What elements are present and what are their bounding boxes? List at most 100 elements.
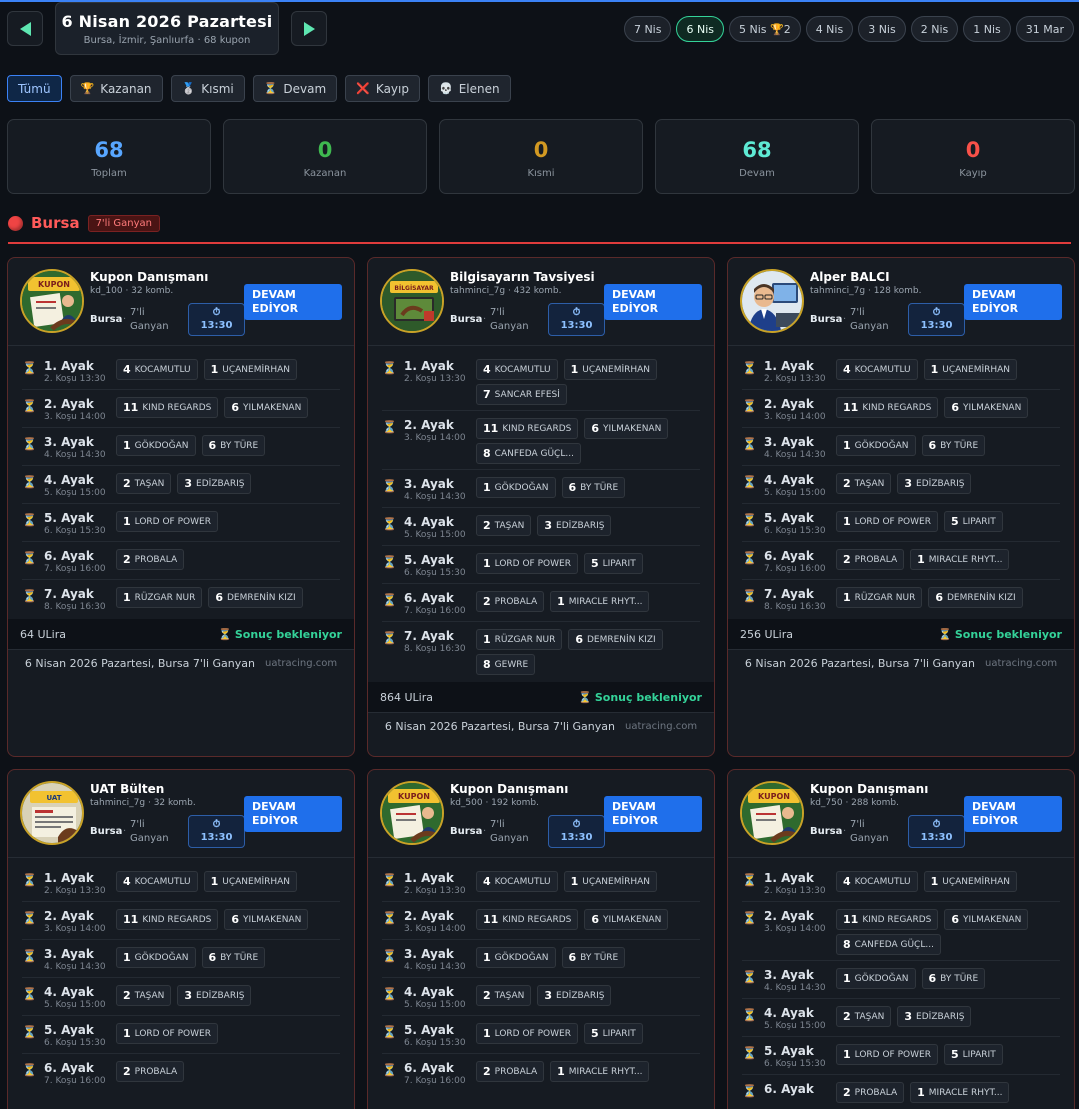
horse-chip[interactable]: 2 PROBALA <box>476 591 545 612</box>
horse-chip[interactable]: 4 KOCAMUTLU <box>836 359 918 380</box>
horse-chip[interactable]: 5 LIPARIT <box>943 511 1003 532</box>
horse-chip[interactable]: 6 YILMAKENAN <box>944 397 1029 418</box>
horse-chip[interactable]: 1 GÖKDOĞAN <box>836 968 916 989</box>
coupon-card[interactable]: BİLGİSAYAR Bilgisayarın Tavsiyesi tahminci… <box>367 257 715 757</box>
horse-chip[interactable]: 4 KOCAMUTLU <box>476 871 558 892</box>
horse-chip[interactable]: 3 EDİZBARIŞ <box>537 515 612 536</box>
date-chip[interactable]: 1 Nis <box>963 16 1011 42</box>
filter-all[interactable]: Tümü <box>7 75 62 102</box>
horse-chip[interactable]: 2 PROBALA <box>476 1061 545 1082</box>
date-chip[interactable]: 5 Nis 🏆2 <box>728 16 801 42</box>
horse-chip[interactable]: 1 LORD OF POWER <box>116 1023 218 1044</box>
horse-chip[interactable]: 1 UÇANEMİRHAN <box>923 871 1018 892</box>
horse-chip[interactable]: 5 LIPARIT <box>583 553 643 574</box>
horse-chip[interactable]: 6 DEMRENİN KIZI <box>208 587 303 608</box>
date-chip[interactable]: 4 Nis <box>805 16 854 42</box>
previous-day-button[interactable] <box>7 11 43 46</box>
horse-chip[interactable]: 1 MIRACLE RHYT... <box>910 1082 1010 1103</box>
horse-chip[interactable]: 1 LORD OF POWER <box>116 511 218 532</box>
horse-chip[interactable]: 1 LORD OF POWER <box>476 1023 578 1044</box>
horse-chip[interactable]: 2 TAŞAN <box>836 1006 892 1027</box>
date-chip[interactable]: 6 Nis <box>676 16 724 42</box>
horse-chip[interactable]: 11 KIND REGARDS <box>836 909 939 930</box>
horse-chip[interactable]: 4 KOCAMUTLU <box>116 359 198 380</box>
status-button[interactable]: DEVAM EDİYOR <box>604 796 702 832</box>
horse-chip[interactable]: 3 EDİZBARIŞ <box>897 473 972 494</box>
status-button[interactable]: DEVAM EDİYOR <box>964 284 1062 320</box>
horse-chip[interactable]: 6 YILMAKENAN <box>224 909 309 930</box>
horse-chip[interactable]: 6 YILMAKENAN <box>584 418 669 439</box>
horse-chip[interactable]: 11 KIND REGARDS <box>476 418 579 439</box>
horse-chip[interactable]: 2 PROBALA <box>836 549 905 570</box>
date-chip[interactable]: 31 Mar <box>1015 16 1074 42</box>
coupon-card[interactable]: KUPON Kupon Danışmanı kd_100 · 32 komb. Bur… <box>7 257 355 757</box>
filter-option[interactable]: ⏳ Devam <box>252 75 338 102</box>
horse-chip[interactable]: 5 LIPARIT <box>583 1023 643 1044</box>
horse-chip[interactable]: 6 YILMAKENAN <box>584 909 669 930</box>
horse-chip[interactable]: 1 UÇANEMİRHAN <box>203 359 298 380</box>
horse-chip[interactable]: 11 KIND REGARDS <box>116 909 219 930</box>
horse-chip[interactable]: 1 RÜZGAR NUR <box>476 629 563 650</box>
horse-chip[interactable]: 1 UÇANEMİRHAN <box>563 359 658 380</box>
coupon-card[interactable]: KUPON Kupon Danışmanı kd_750 · 288 komb. Bu… <box>727 769 1075 1109</box>
horse-chip[interactable]: 11 KIND REGARDS <box>836 397 939 418</box>
filter-option[interactable]: 🏆 Kazanan <box>69 75 163 102</box>
coupon-card[interactable]: KUPON Kupon Danışmanı kd_500 · 192 komb. Bu… <box>367 769 715 1109</box>
horse-chip[interactable]: 6 BY TÜRE <box>921 968 986 989</box>
horse-chip[interactable]: 6 BY TÜRE <box>921 435 986 456</box>
coupon-card[interactable]: UAT UAT Bülten tahminci_7g · 32 komb. Bursa… <box>7 769 355 1109</box>
horse-chip[interactable]: 1 GÖKDOĞAN <box>476 947 556 968</box>
status-button[interactable]: DEVAM EDİYOR <box>964 796 1062 832</box>
filter-option[interactable]: 💀 Elenen <box>427 75 511 102</box>
horse-chip[interactable]: 5 LIPARIT <box>943 1044 1003 1065</box>
horse-chip[interactable]: 2 PROBALA <box>836 1082 905 1103</box>
horse-chip[interactable]: 6 BY TÜRE <box>561 947 626 968</box>
horse-chip[interactable]: 8 GEWRE <box>476 654 536 675</box>
status-button[interactable]: DEVAM EDİYOR <box>244 284 342 320</box>
horse-chip[interactable]: 4 KOCAMUTLU <box>116 871 198 892</box>
horse-chip[interactable]: 3 EDİZBARIŞ <box>537 985 612 1006</box>
horse-chip[interactable]: 6 YILMAKENAN <box>944 909 1029 930</box>
horse-chip[interactable]: 3 EDİZBARIŞ <box>897 1006 972 1027</box>
horse-chip[interactable]: 4 KOCAMUTLU <box>836 871 918 892</box>
status-button[interactable]: DEVAM EDİYOR <box>244 796 342 832</box>
horse-chip[interactable]: 2 TAŞAN <box>476 985 532 1006</box>
horse-chip[interactable]: 1 GÖKDOĞAN <box>116 947 196 968</box>
horse-chip[interactable]: 2 TAŞAN <box>836 473 892 494</box>
horse-chip[interactable]: 11 KIND REGARDS <box>476 909 579 930</box>
horse-chip[interactable]: 1 UÇANEMİRHAN <box>203 871 298 892</box>
horse-chip[interactable]: 1 MIRACLE RHYT... <box>550 1061 650 1082</box>
horse-chip[interactable]: 6 BY TÜRE <box>201 435 266 456</box>
horse-chip[interactable]: 1 UÇANEMİRHAN <box>563 871 658 892</box>
horse-chip[interactable]: 4 KOCAMUTLU <box>476 359 558 380</box>
horse-chip[interactable]: 1 GÖKDOĞAN <box>476 477 556 498</box>
horse-chip[interactable]: 1 RÜZGAR NUR <box>836 587 923 608</box>
horse-chip[interactable]: 2 TAŞAN <box>116 473 172 494</box>
horse-chip[interactable]: 3 EDİZBARIŞ <box>177 985 252 1006</box>
horse-chip[interactable]: 1 GÖKDOĞAN <box>116 435 196 456</box>
horse-chip[interactable]: 2 PROBALA <box>116 1061 185 1082</box>
horse-chip[interactable]: 6 DEMRENİN KIZI <box>568 629 663 650</box>
horse-chip[interactable]: 1 MIRACLE RHYT... <box>910 549 1010 570</box>
horse-chip[interactable]: 3 EDİZBARIŞ <box>177 473 252 494</box>
horse-chip[interactable]: 1 LORD OF POWER <box>836 1044 938 1065</box>
status-button[interactable]: DEVAM EDİYOR <box>604 284 702 320</box>
horse-chip[interactable]: 7 SANCAR EFESİ <box>476 384 567 405</box>
next-day-button[interactable] <box>291 11 327 46</box>
date-chip[interactable]: 3 Nis <box>858 16 906 42</box>
horse-chip[interactable]: 6 DEMRENİN KIZI <box>928 587 1023 608</box>
horse-chip[interactable]: 2 TAŞAN <box>476 515 532 536</box>
horse-chip[interactable]: 1 GÖKDOĞAN <box>836 435 916 456</box>
horse-chip[interactable]: 11 KIND REGARDS <box>116 397 219 418</box>
date-chip[interactable]: 2 Nis <box>910 16 959 42</box>
filter-option[interactable]: ❌ Kayıp <box>345 75 420 102</box>
horse-chip[interactable]: 1 LORD OF POWER <box>476 553 578 574</box>
coupon-card[interactable]: Alper BALCI tahminci_7g · 128 komb. Bursa ·… <box>727 257 1075 757</box>
horse-chip[interactable]: 1 UÇANEMİRHAN <box>923 359 1018 380</box>
horse-chip[interactable]: 8 CANFEDA GÜÇL... <box>836 934 941 955</box>
horse-chip[interactable]: 1 RÜZGAR NUR <box>116 587 203 608</box>
horse-chip[interactable]: 8 CANFEDA GÜÇL... <box>476 443 581 464</box>
horse-chip[interactable]: 1 MIRACLE RHYT... <box>550 591 650 612</box>
horse-chip[interactable]: 6 BY TÜRE <box>561 477 626 498</box>
horse-chip[interactable]: 6 YILMAKENAN <box>224 397 309 418</box>
